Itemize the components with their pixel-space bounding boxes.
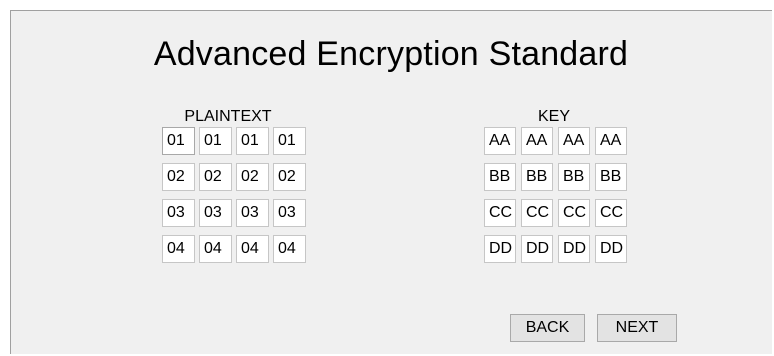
key-cell-r1-c3[interactable] — [558, 127, 590, 155]
plaintext-cell-r2-c3[interactable] — [236, 163, 269, 191]
plaintext-cell-r1-c3[interactable] — [236, 127, 269, 155]
plaintext-cell-r3-c3[interactable] — [236, 199, 269, 227]
key-cell-r1-c1[interactable] — [484, 127, 516, 155]
back-button[interactable]: BACK — [510, 314, 585, 342]
key-cell-r4-c2[interactable] — [521, 235, 553, 263]
key-cell-r2-c2[interactable] — [521, 163, 553, 191]
plaintext-cell-r1-c1[interactable] — [162, 127, 195, 155]
plaintext-cell-r3-c4[interactable] — [273, 199, 306, 227]
key-cell-r1-c2[interactable] — [521, 127, 553, 155]
plaintext-cell-r2-c4[interactable] — [273, 163, 306, 191]
plaintext-grid — [162, 127, 306, 263]
key-cell-r4-c1[interactable] — [484, 235, 516, 263]
key-cell-r2-c1[interactable] — [484, 163, 516, 191]
plaintext-cell-r2-c2[interactable] — [199, 163, 232, 191]
plaintext-cell-r2-c1[interactable] — [162, 163, 195, 191]
key-cell-r4-c3[interactable] — [558, 235, 590, 263]
key-label: KEY — [537, 108, 570, 125]
plaintext-cell-r4-c3[interactable] — [236, 235, 269, 263]
key-cell-r2-c4[interactable] — [595, 163, 627, 191]
plaintext-cell-r4-c4[interactable] — [273, 235, 306, 263]
key-cell-r3-c1[interactable] — [484, 199, 516, 227]
plaintext-cell-r4-c1[interactable] — [162, 235, 195, 263]
next-button[interactable]: NEXT — [597, 314, 677, 342]
key-cell-r3-c2[interactable] — [521, 199, 553, 227]
key-cell-r4-c4[interactable] — [595, 235, 627, 263]
key-cell-r1-c4[interactable] — [595, 127, 627, 155]
aes-window: Advanced Encryption Standard PLAINTEXT K… — [10, 10, 772, 354]
plaintext-label: PLAINTEXT — [184, 108, 272, 125]
key-grid — [484, 127, 627, 263]
key-cell-r3-c4[interactable] — [595, 199, 627, 227]
key-cell-r3-c3[interactable] — [558, 199, 590, 227]
plaintext-cell-r1-c2[interactable] — [199, 127, 232, 155]
page-title: Advanced Encryption Standard — [153, 35, 629, 73]
plaintext-cell-r1-c4[interactable] — [273, 127, 306, 155]
plaintext-cell-r4-c2[interactable] — [199, 235, 232, 263]
plaintext-cell-r3-c1[interactable] — [162, 199, 195, 227]
key-cell-r2-c3[interactable] — [558, 163, 590, 191]
plaintext-cell-r3-c2[interactable] — [199, 199, 232, 227]
